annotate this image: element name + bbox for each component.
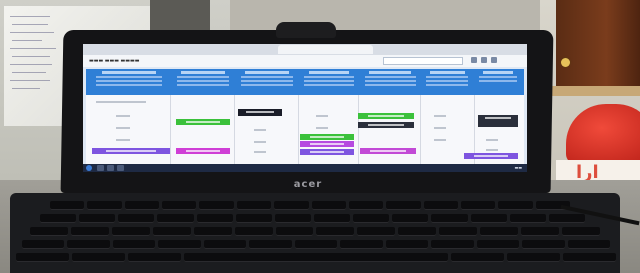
laptop-screen: ▬▬▬ ▬▬▬ ▬▬▬▬ ▬▬ (83, 44, 527, 172)
page-heading: ▬▬▬ ▬▬▬ ▬▬▬▬ (89, 58, 140, 64)
schedule-block[interactable] (300, 141, 354, 147)
home-icon[interactable] (471, 57, 477, 63)
schedule-block[interactable] (478, 115, 518, 127)
laptop-brand-logo: acer (293, 179, 323, 190)
column-header (172, 71, 234, 93)
webcam (276, 22, 336, 38)
star-icon[interactable] (481, 57, 487, 63)
schedule-block[interactable] (176, 148, 230, 154)
shelf (546, 86, 640, 96)
photo-scene: ارا ▬▬▬ ▬▬▬ ▬▬▬▬ ▬▬ acer (0, 0, 640, 273)
schedule-block[interactable] (358, 122, 414, 128)
taskbar-app-icon[interactable] (117, 165, 124, 171)
schedule-block[interactable] (300, 149, 354, 155)
schedule-block[interactable] (464, 153, 518, 159)
schedule-block[interactable] (238, 109, 282, 116)
door-knob (561, 58, 570, 67)
taskbar: ▬▬ (83, 164, 527, 172)
column-header (360, 71, 420, 93)
schedule-block[interactable] (360, 148, 416, 154)
browser-tab-bar (83, 44, 527, 55)
browser-toolbar: ▬▬▬ ▬▬▬ ▬▬▬▬ (83, 55, 527, 67)
column-header (422, 71, 472, 93)
settings-icon[interactable] (491, 57, 497, 63)
column-header (476, 71, 520, 93)
column-header (90, 71, 168, 93)
laptop-keyboard (10, 193, 620, 273)
search-input[interactable] (383, 57, 463, 65)
column-header (300, 71, 358, 93)
timetable-page (86, 69, 524, 169)
taskbar-app-icon[interactable] (107, 165, 114, 171)
wooden-door (556, 0, 640, 95)
column-header (236, 71, 298, 93)
timetable-header-row (86, 69, 524, 95)
schedule-block[interactable] (358, 113, 414, 119)
taskbar-clock: ▬▬ (514, 165, 522, 170)
schedule-block[interactable] (176, 119, 230, 125)
browser-tab[interactable] (278, 45, 373, 54)
schedule-block[interactable] (92, 148, 170, 154)
schedule-block[interactable] (300, 134, 354, 140)
start-button[interactable] (86, 165, 92, 171)
taskbar-app-icon[interactable] (97, 165, 104, 171)
